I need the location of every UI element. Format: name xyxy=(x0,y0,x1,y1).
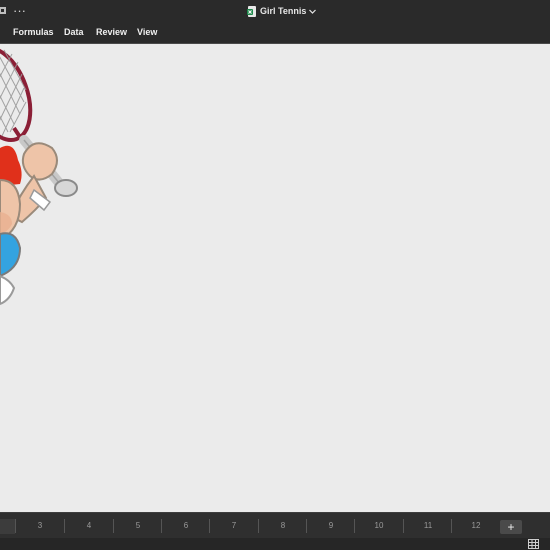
sheet-tab-6[interactable]: 6 xyxy=(163,519,209,533)
ribbon-menu-bar: Formulas Data Review View xyxy=(0,22,550,44)
sheet-tab-8[interactable]: 8 xyxy=(260,519,306,533)
sheet-tab-partial[interactable] xyxy=(0,519,15,534)
sheet-tab-10[interactable]: 10 xyxy=(356,519,402,533)
sheet-tab-12[interactable]: 12 xyxy=(453,519,499,533)
tab-separator xyxy=(354,519,355,533)
tab-separator xyxy=(113,519,114,533)
sheet-tab-7[interactable]: 7 xyxy=(211,519,257,533)
grid-view-icon[interactable] xyxy=(528,539,539,549)
document-title: Girl Tennis xyxy=(260,6,307,16)
tab-separator xyxy=(209,519,210,533)
tab-separator xyxy=(15,519,16,533)
tab-separator xyxy=(258,519,259,533)
sheet-tab-bar: 3 4 5 6 7 8 9 10 11 12 + xyxy=(0,512,550,539)
status-bar xyxy=(0,538,550,550)
sheet-tab-4[interactable]: 4 xyxy=(66,519,112,533)
title-bar: ··· Girl Tennis xyxy=(0,0,550,22)
sheet-tab-3[interactable]: 3 xyxy=(17,519,63,533)
spreadsheet-file-icon xyxy=(247,5,256,17)
girl-tennis-pixel-art xyxy=(0,45,78,306)
tab-separator xyxy=(161,519,162,533)
tab-separator xyxy=(306,519,307,533)
chevron-down-icon xyxy=(309,9,317,14)
sheet-tab-11[interactable]: 11 xyxy=(405,519,451,533)
menu-formulas[interactable]: Formulas xyxy=(13,22,54,43)
camera-icon[interactable] xyxy=(0,6,6,15)
menu-data[interactable]: Data xyxy=(64,22,84,43)
menu-view[interactable]: View xyxy=(137,22,157,43)
menu-review[interactable]: Review xyxy=(96,22,127,43)
document-title-menu[interactable]: Girl Tennis xyxy=(247,5,317,17)
sheet-tab-5[interactable]: 5 xyxy=(115,519,161,533)
ellipsis-icon[interactable]: ··· xyxy=(13,3,26,18)
sheet-tab-9[interactable]: 9 xyxy=(308,519,354,533)
tab-separator xyxy=(451,519,452,533)
add-sheet-button[interactable]: + xyxy=(500,520,522,534)
tab-separator xyxy=(64,519,65,533)
tab-separator xyxy=(403,519,404,533)
sheet-canvas[interactable] xyxy=(0,44,550,512)
